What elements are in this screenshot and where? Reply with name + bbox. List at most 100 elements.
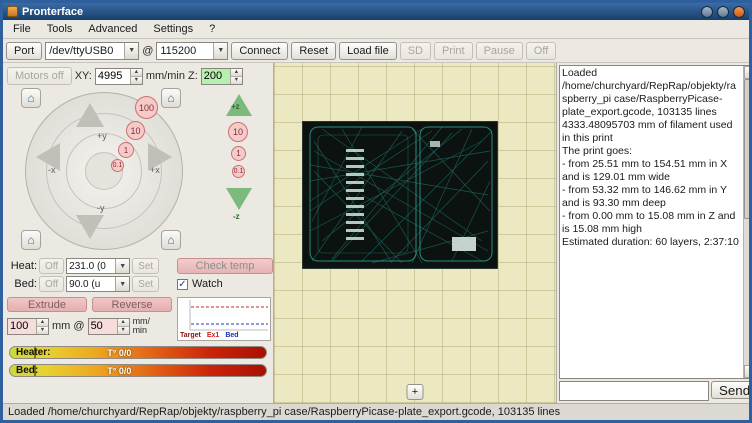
chevron-down-icon[interactable]: ▼: [124, 43, 138, 59]
reset-button[interactable]: Reset: [291, 42, 336, 60]
z-speed-label: mm/min Z:: [146, 70, 198, 82]
reverse-button[interactable]: Reverse: [92, 297, 172, 312]
z-minus-arrow-icon[interactable]: [226, 188, 252, 210]
chevron-down-icon[interactable]: ▼: [213, 43, 227, 59]
jog-y-minus-arrow-icon[interactable]: [76, 215, 104, 239]
port-combobox[interactable]: /dev/ttyUSB0 ▼: [45, 42, 139, 60]
jog-distance-01-badge[interactable]: 0.1: [111, 159, 124, 172]
load-file-button[interactable]: Load file: [339, 42, 397, 60]
log-line: 4333.48095703 mm of filament used in thi…: [562, 119, 741, 145]
watch-row: ✓ Watch: [177, 278, 273, 290]
status-text: Loaded /home/churchyard/RepRap/objekty/r…: [8, 406, 560, 418]
connect-button[interactable]: Connect: [231, 42, 288, 60]
temp-fields: Heat: Off 231.0 (0 ▼ Set Bed: Off 90.0 (…: [7, 258, 173, 294]
send-button[interactable]: Send: [711, 381, 752, 399]
minimize-button[interactable]: [701, 6, 713, 18]
chevron-down-icon[interactable]: ▼: [115, 277, 129, 291]
chevron-down-icon[interactable]: ▼: [115, 259, 129, 273]
menu-settings[interactable]: Settings: [145, 22, 201, 36]
maximize-button[interactable]: [717, 6, 729, 18]
legend-bed: Bed: [225, 332, 238, 339]
xy-speed-stepper[interactable]: ▲▼: [95, 68, 143, 85]
print-button: Print: [434, 42, 473, 60]
jog-distance-100-badge[interactable]: 100: [135, 96, 158, 119]
zoom-in-button[interactable]: +: [407, 384, 424, 400]
baud-combobox[interactable]: 115200 ▼: [156, 42, 228, 60]
command-input[interactable]: [559, 381, 709, 401]
watch-checkbox[interactable]: ✓: [177, 279, 188, 290]
log-line: - from 25.51 mm to 154.51 mm in X and is…: [562, 158, 741, 184]
heater-gauge-value: T° 0/0: [107, 347, 131, 359]
scroll-down-icon[interactable]: ▼: [744, 365, 752, 378]
menu-tools[interactable]: Tools: [39, 22, 81, 36]
z-speed-stepper[interactable]: ▲▼: [201, 68, 243, 85]
mm-at-label: mm @: [52, 320, 85, 332]
menu-file[interactable]: File: [5, 22, 39, 36]
extrude-speed-input[interactable]: [89, 319, 117, 334]
home-icon: ⌂: [27, 233, 34, 247]
app-icon: [7, 6, 18, 17]
spinner-arrows[interactable]: ▲▼: [117, 319, 129, 334]
x-plus-label: +x: [150, 165, 160, 175]
jog-distance-10-badge[interactable]: 10: [126, 121, 145, 140]
home-icon: ⌂: [167, 91, 174, 105]
temp-graph: Target Ex1 Bed: [177, 297, 271, 341]
gcode-preview: [302, 121, 498, 269]
extrude-speed-stepper[interactable]: ▲▼: [88, 318, 130, 335]
log-scrollbar[interactable]: ▲ ▼: [743, 66, 752, 378]
pronterface-window: Pronterface File Tools Advanced Settings…: [0, 0, 752, 423]
window-title: Pronterface: [22, 6, 697, 18]
log-line: Loaded /home/churchyard/RepRap/objekty/r…: [562, 67, 741, 119]
scrollbar-thumb[interactable]: [744, 79, 752, 219]
log-line: - from 0.00 mm to 15.08 mm in Z and is 1…: [562, 210, 741, 236]
heat-row: Heat: Off 231.0 (0 ▼ Set: [7, 258, 173, 274]
scroll-up-icon[interactable]: ▲: [744, 66, 752, 79]
xy-jog-pad[interactable]: +y -y -x +x: [25, 92, 183, 250]
heat-set-button: Set: [132, 258, 159, 274]
bed-temp-combobox[interactable]: 90.0 (u ▼: [66, 276, 130, 292]
spinner-arrows[interactable]: ▲▼: [130, 69, 142, 84]
z-plus-label: +z: [231, 102, 240, 111]
extrude-amount-stepper[interactable]: ▲▼: [7, 318, 49, 335]
close-button[interactable]: [733, 6, 745, 18]
home-y-button[interactable]: ⌂: [161, 88, 181, 108]
spinner-arrows[interactable]: ▲▼: [36, 319, 48, 334]
z-distance-1-badge[interactable]: 1: [231, 146, 246, 161]
port-button[interactable]: Port: [6, 42, 42, 60]
check-temp-button[interactable]: Check temp: [177, 258, 273, 274]
menu-advanced[interactable]: Advanced: [80, 22, 145, 36]
z-distance-01-badge[interactable]: 0.1: [232, 165, 245, 178]
home-all-button[interactable]: ⌂: [21, 88, 41, 108]
z-distance-10-badge[interactable]: 10: [228, 122, 248, 142]
bed-gauge-value: T° 0/0: [107, 365, 131, 377]
home-icon: ⌂: [167, 233, 174, 247]
extrude-amount-input[interactable]: [8, 319, 36, 334]
bed-gauge: Bed: T° 0/0: [9, 364, 267, 377]
watch-label: Watch: [192, 278, 223, 290]
pause-button: Pause: [476, 42, 523, 60]
bed-temp-value: 90.0 (u: [67, 277, 102, 291]
log-output[interactable]: Loaded /home/churchyard/RepRap/objekty/r…: [560, 66, 743, 378]
extrude-button[interactable]: Extrude: [7, 297, 87, 312]
gcode-viewer[interactable]: +: [273, 63, 557, 403]
bed-off-button: Off: [39, 276, 64, 292]
control-panel: Motors off XY: ▲▼ mm/min Z: ▲▼: [3, 63, 273, 403]
home-z-button[interactable]: ⌂: [161, 230, 181, 250]
jog-distance-1-badge[interactable]: 1: [118, 142, 134, 158]
spinner-arrows[interactable]: ▲▼: [230, 69, 242, 84]
temperature-controls: Heat: Off 231.0 (0 ▼ Set Bed: Off 90.0 (…: [7, 258, 273, 294]
z-speed-input[interactable]: [202, 69, 230, 84]
baud-value: 115200: [157, 43, 199, 59]
xy-speed-input[interactable]: [96, 69, 130, 84]
extrude-unit-label: mm/min: [133, 317, 151, 335]
bed-set-button: Set: [132, 276, 159, 292]
heat-off-button: Off: [39, 258, 64, 274]
menu-help[interactable]: ?: [201, 22, 223, 36]
command-row: Send: [559, 381, 752, 401]
heat-temp-combobox[interactable]: 231.0 (0 ▼: [66, 258, 130, 274]
jog-y-plus-arrow-icon[interactable]: [76, 103, 104, 127]
heater-gauge-label: Heater:: [16, 347, 50, 359]
at-label: @: [142, 45, 153, 57]
home-x-button[interactable]: ⌂: [21, 230, 41, 250]
toolbar: Port /dev/ttyUSB0 ▼ @ 115200 ▼ Connect R…: [3, 39, 749, 63]
